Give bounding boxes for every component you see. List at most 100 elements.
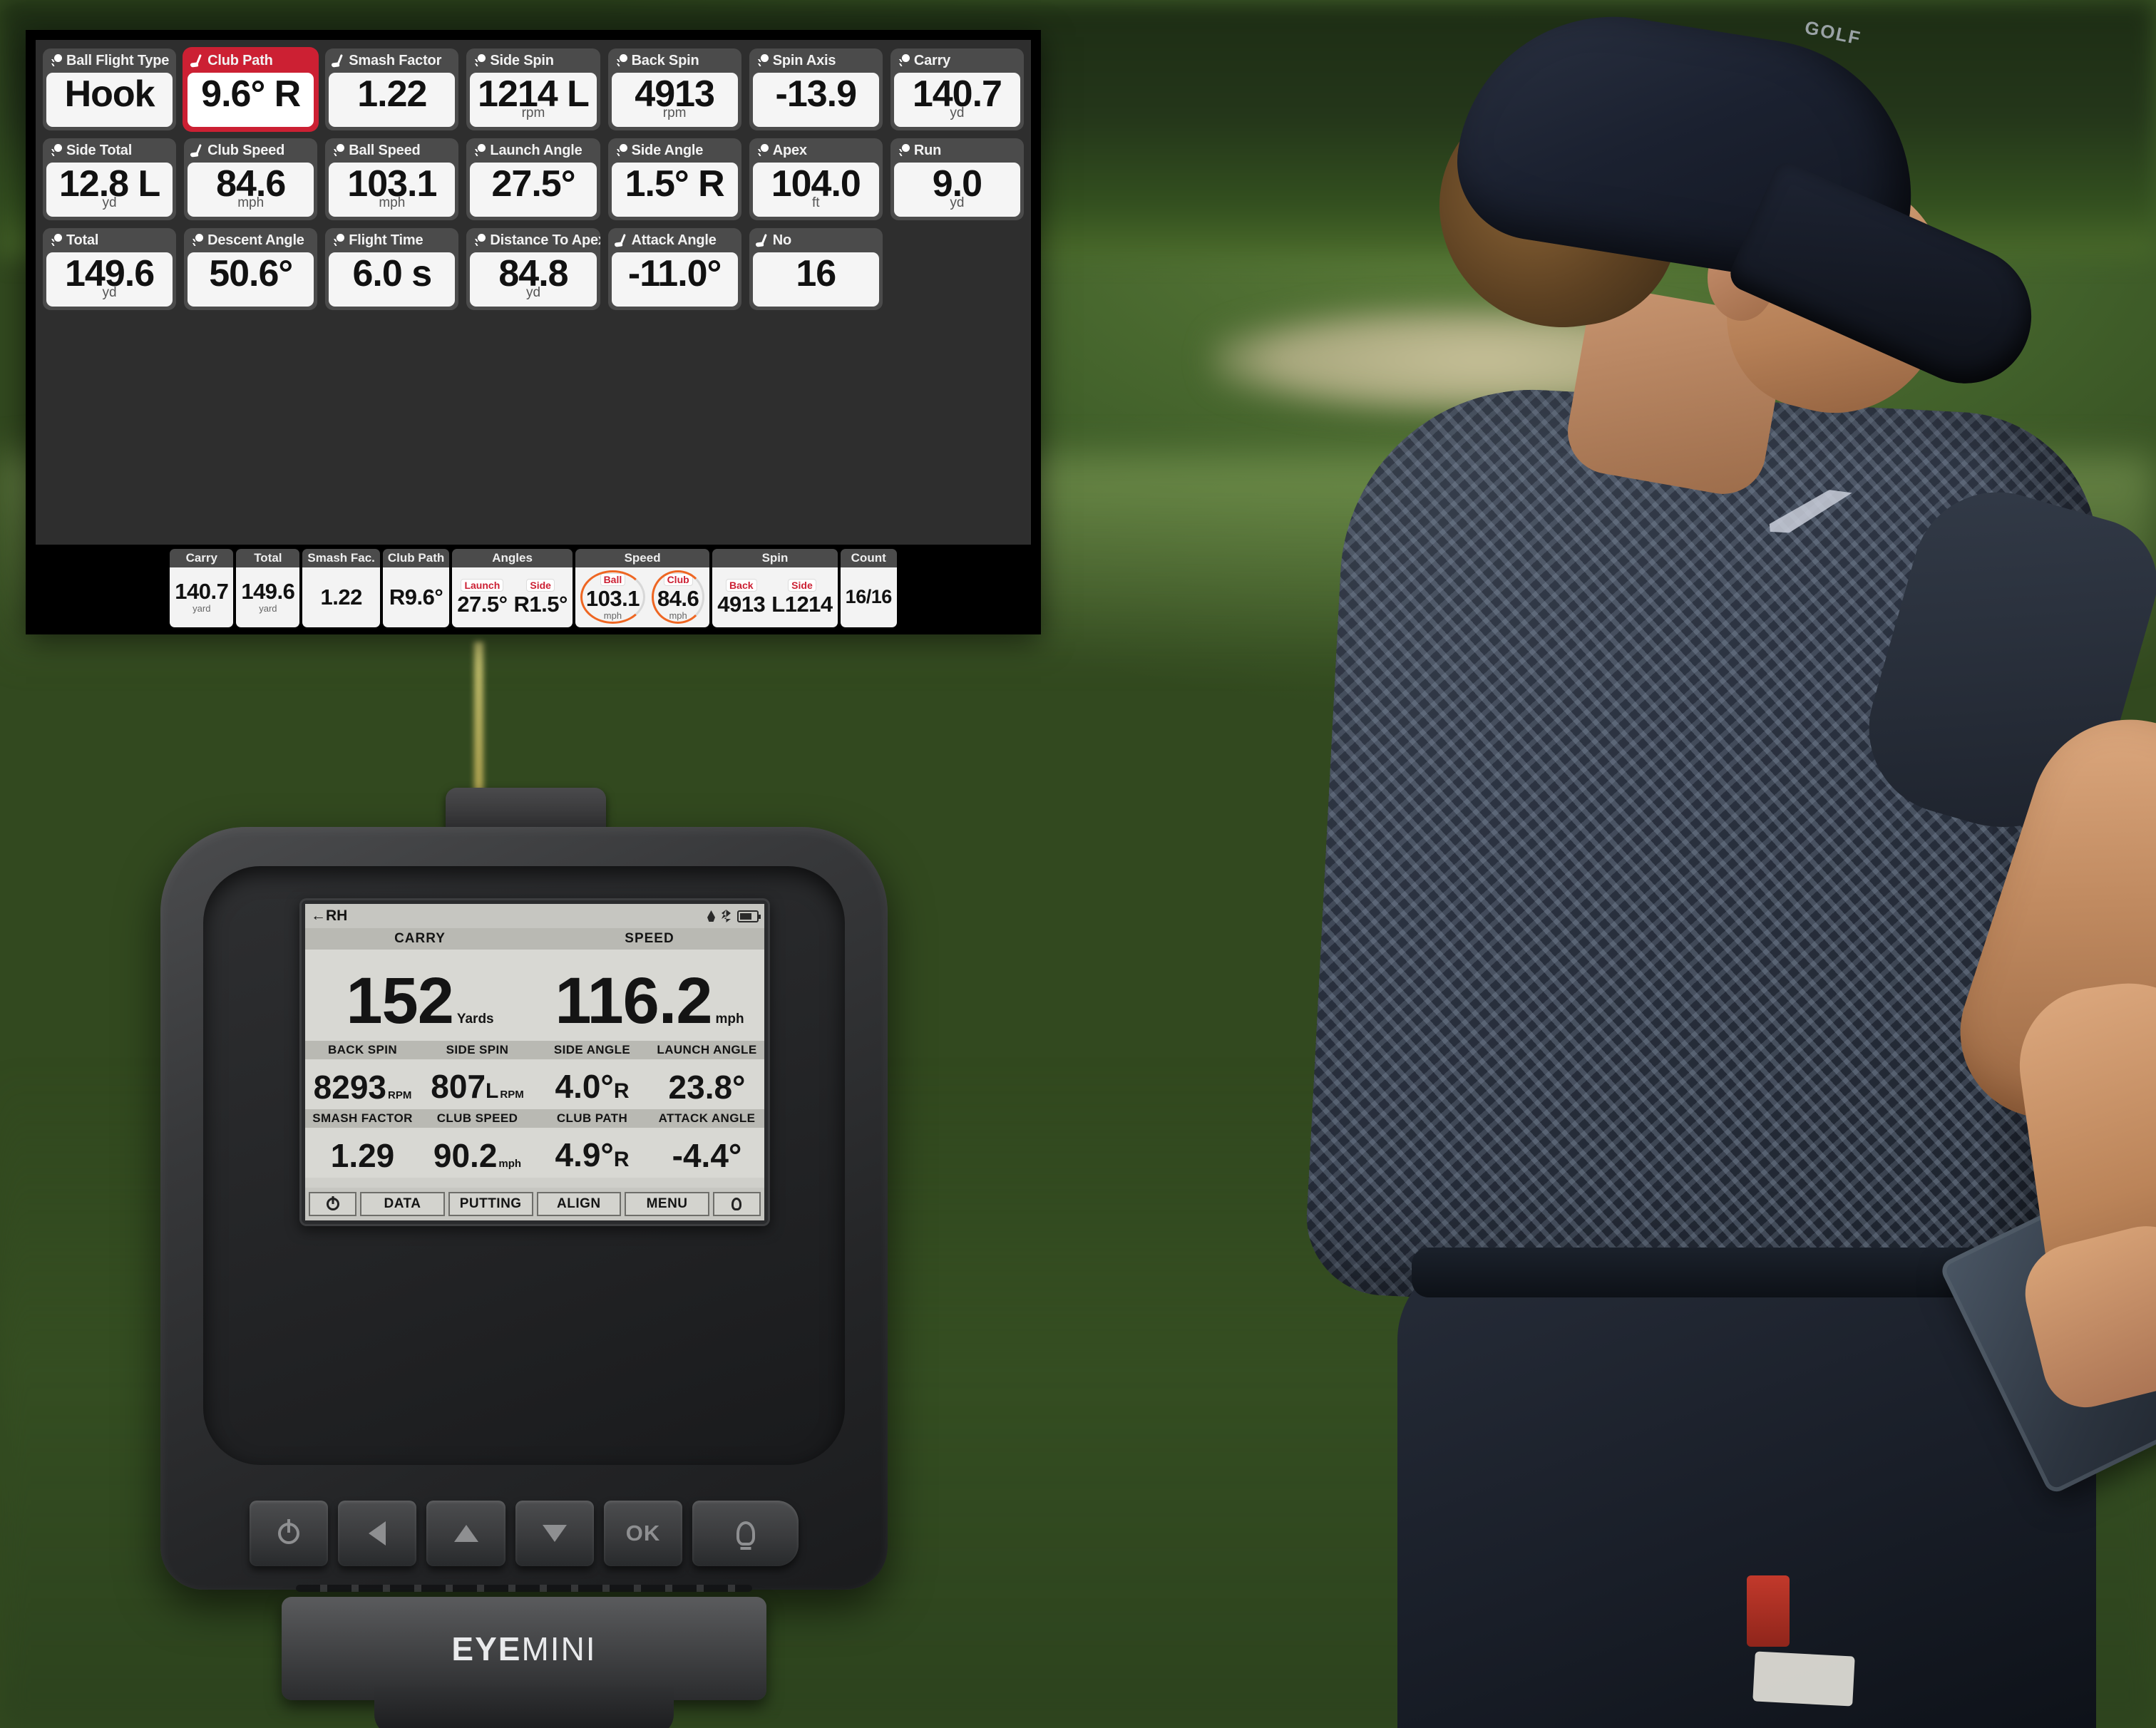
tile-shot-number[interactable]: No 16: [749, 228, 883, 310]
launch-monitor-app-panel: Ball Flight Type Hook Club Path 9.6° R S…: [26, 30, 1041, 634]
ball-flight-icon: [895, 143, 910, 158]
tile-spin-axis[interactable]: Spin Axis -13.9: [749, 48, 883, 130]
tile-header: Launch Angle: [466, 138, 600, 163]
bulb-icon: [732, 1198, 742, 1210]
device-down-button[interactable]: [515, 1501, 594, 1566]
summary-value: 84.6: [657, 586, 699, 611]
lcd-data-button[interactable]: DATA: [360, 1192, 445, 1216]
summary-value: 140.7: [175, 579, 229, 604]
device-left-button[interactable]: [338, 1501, 417, 1566]
tile-label: No: [772, 232, 791, 248]
tile-value: -13.9: [775, 73, 858, 115]
tile-header: Apex: [749, 138, 883, 163]
tile-descent-angle[interactable]: Descent Angle 50.6°: [184, 228, 318, 310]
tile-row-1: Ball Flight Type Hook Club Path 9.6° R S…: [43, 48, 1024, 130]
tile-header: Side Total: [43, 138, 176, 163]
tile-header: Spin Axis: [749, 48, 883, 73]
lcd-putting-button[interactable]: PUTTING: [448, 1192, 533, 1216]
tile-header: Carry: [890, 48, 1024, 73]
summary-item-side-spin: Side L1214: [771, 579, 833, 615]
tile-carry[interactable]: Carry 140.7 yd: [890, 48, 1024, 130]
tile-unit: rpm: [662, 106, 687, 120]
device-ok-button[interactable]: OK: [603, 1501, 683, 1566]
tile-header: Club Speed: [184, 138, 317, 163]
lcd-align-button[interactable]: ALIGN: [536, 1192, 622, 1216]
tile-club-speed[interactable]: Club Speed 84.6 mph: [184, 138, 318, 220]
ball-flight-icon: [331, 143, 345, 158]
tile-label: Attack Angle: [631, 232, 717, 248]
tile-body: -13.9: [752, 73, 879, 127]
summary-group-angles[interactable]: Angles Launch 27.5° Side R1.5°: [452, 549, 573, 627]
summary-header: Smash Fac.: [302, 549, 380, 567]
tile-value: Hook: [64, 73, 155, 115]
summary-group-carry[interactable]: Carry 140.7 yard: [170, 549, 234, 627]
tile-unit: ft: [811, 195, 820, 210]
lcd-light-button[interactable]: [712, 1192, 761, 1216]
lcd-menu-bar: DATA PUTTING ALIGN MENU: [305, 1188, 764, 1220]
lcd-row2-values: 8293 RPM 807 L RPM 4.0° R 23.8°: [305, 1059, 764, 1109]
summary-header: Speed: [575, 549, 710, 567]
device-power-button[interactable]: [250, 1501, 329, 1566]
tile-club-path[interactable]: Club Path 9.6° R: [184, 48, 318, 130]
lcd-smash-factor-cell: 1.29: [305, 1139, 420, 1178]
summary-group-speed[interactable]: Speed Ball 103.1 mph Club 84.6 mph: [575, 549, 710, 627]
summary-item-ball-speed: Ball 103.1 mph: [580, 570, 646, 624]
summary-group-club-path[interactable]: Club Path R9.6°: [382, 549, 450, 627]
tile-header: Descent Angle: [184, 228, 317, 252]
summary-body: R9.6°: [382, 567, 450, 627]
summary-group-total[interactable]: Total 149.6 yard: [236, 549, 300, 627]
tile-side-angle[interactable]: Side Angle 1.5° R: [607, 138, 741, 220]
tile-run[interactable]: Run 9.0 yd: [890, 138, 1024, 220]
lcd-club-speed-value: 90.2: [433, 1137, 498, 1174]
lcd-back-spin-cell: 8293 RPM: [305, 1071, 420, 1109]
ball-flight-icon: [48, 53, 63, 68]
tile-body: 12.8 Lyd: [46, 163, 173, 217]
lcd-speed-value: 116.2: [555, 965, 712, 1038]
device-screen-bezel: ←RH CARRY SPEED 152 Yards 116.2 mph BACK…: [299, 898, 770, 1226]
lcd-header-smash-factor: SMASH FACTOR: [312, 1111, 413, 1125]
tile-body: 84.8 yd: [470, 252, 597, 307]
summary-group-spin[interactable]: Spin Back 4913 Side L1214: [712, 549, 838, 627]
tile-row-3: Total 149.6 yd Descent Angle 50.6° Flight…: [43, 228, 1024, 310]
summary-value: 149.6: [241, 579, 295, 604]
summary-body: Back 4913 Side L1214: [712, 567, 838, 627]
device-up-button[interactable]: [426, 1501, 505, 1566]
tile-side-total[interactable]: Side Total 12.8 Lyd: [43, 138, 177, 220]
tile-unit: yd: [525, 285, 541, 300]
lcd-menu-button[interactable]: MENU: [625, 1192, 709, 1216]
tile-ball-speed[interactable]: Ball Speed 103.1 mph: [325, 138, 459, 220]
tile-body: 84.6 mph: [188, 163, 314, 217]
tile-smash-factor[interactable]: Smash Factor 1.22: [325, 48, 459, 130]
tile-label: Club Path: [207, 52, 273, 68]
metric-tile-grid: Ball Flight Type Hook Club Path 9.6° R S…: [36, 40, 1031, 545]
summary-group-smash-factor[interactable]: Smash Fac. 1.22: [302, 549, 380, 627]
tile-back-spin[interactable]: Back Spin 4913 rpm: [607, 48, 741, 130]
ball-flight-icon: [472, 233, 486, 247]
tile-ball-flight-type[interactable]: Ball Flight Type Hook: [43, 48, 177, 130]
summary-item: 1.22: [320, 586, 362, 608]
tile-distance-to-apex[interactable]: Distance To Apex 84.8 yd: [466, 228, 600, 310]
tile-launch-angle[interactable]: Launch Angle 27.5°: [466, 138, 600, 220]
summary-strip: Carry 140.7 yard Total 149.6 yard Smash …: [26, 545, 1041, 634]
tile-body: 27.5°: [470, 163, 597, 217]
summary-sublabel: Launch: [461, 579, 504, 592]
eye-mini-launch-monitor: ←RH CARRY SPEED 152 Yards 116.2 mph BACK…: [160, 788, 913, 1728]
tile-header: Attack Angle: [608, 228, 741, 252]
summary-group-count[interactable]: Count 16/16: [840, 549, 897, 627]
tile-flight-time[interactable]: Flight Time 6.0 s: [325, 228, 459, 310]
handedness-indicator: ←RH: [311, 907, 348, 924]
lcd-primary-headers: CARRY SPEED: [305, 928, 764, 950]
tile-side-spin[interactable]: Side Spin 1214 Lrpm: [466, 48, 600, 130]
tile-unit: rpm: [521, 106, 545, 120]
golfer-figure: GOLF: [1012, 0, 2156, 1728]
device-light-button[interactable]: [692, 1501, 799, 1566]
lcd-launch-angle-value: 23.8°: [668, 1069, 746, 1106]
lcd-side-spin-value: 807: [431, 1068, 486, 1105]
tile-body: 9.6° R: [188, 73, 314, 127]
tile-apex[interactable]: Apex 104.0 ft: [749, 138, 883, 220]
ball-flight-icon: [613, 53, 628, 68]
tile-total[interactable]: Total 149.6 yd: [43, 228, 177, 310]
device-lcd-screen[interactable]: ←RH CARRY SPEED 152 Yards 116.2 mph BACK…: [305, 904, 764, 1220]
lcd-power-button[interactable]: [309, 1192, 357, 1216]
tile-attack-angle[interactable]: Attack Angle -11.0°: [607, 228, 741, 310]
